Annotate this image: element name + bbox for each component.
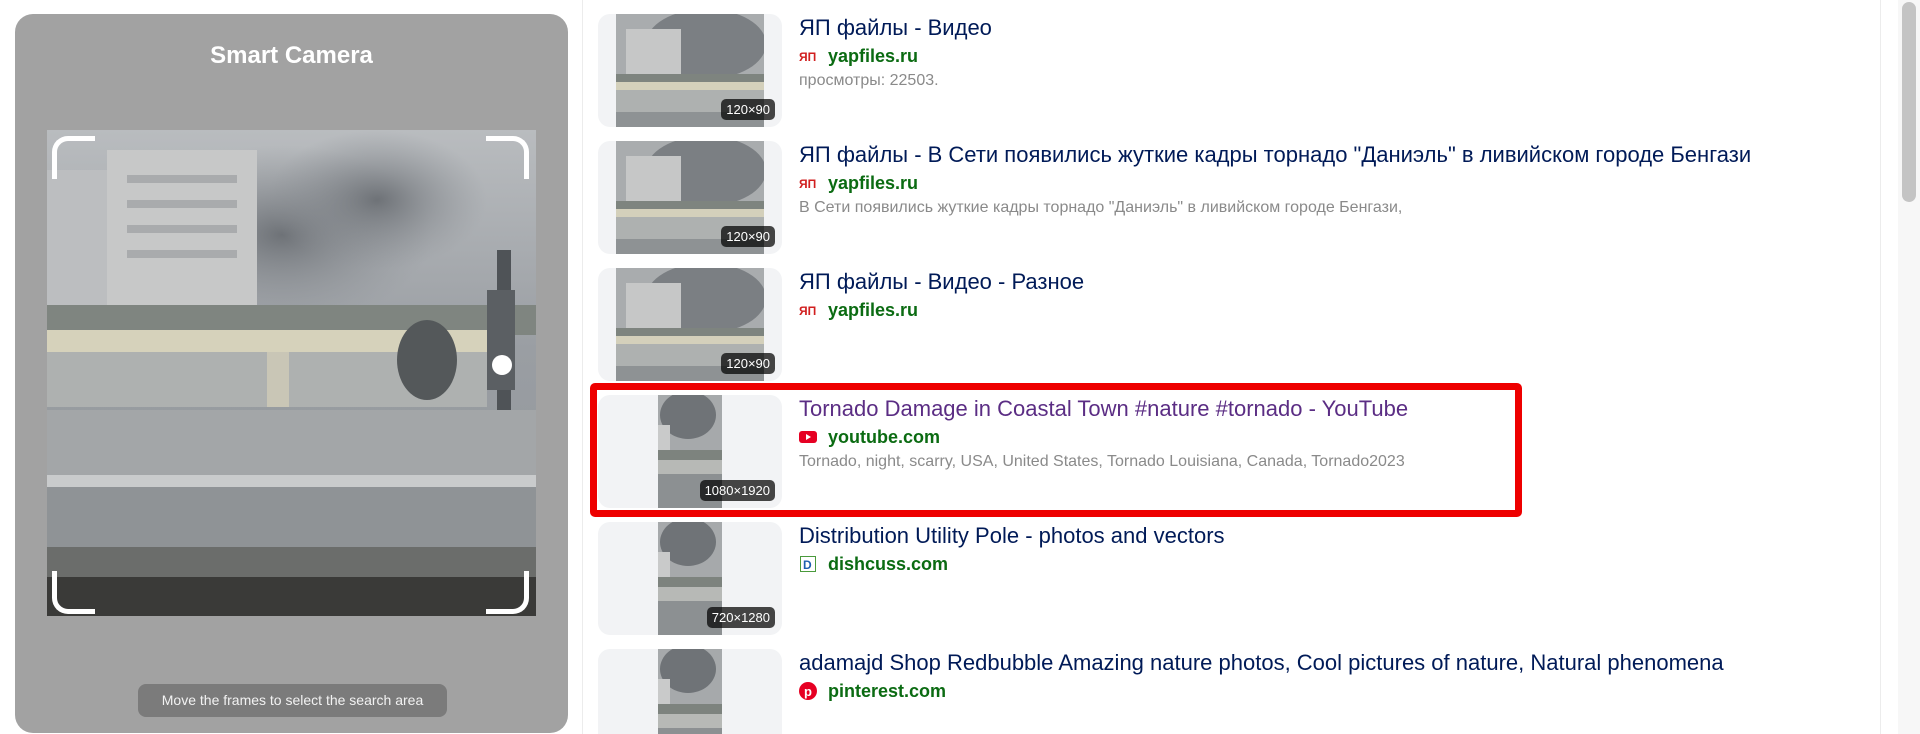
image-size-badge: 720×1280 (706, 607, 775, 628)
result-item: adamajd Shop Redbubble Amazing nature ph… (598, 649, 1724, 734)
image-size-badge: 120×90 (721, 226, 775, 247)
yapfiles-icon: ЯП (799, 301, 817, 319)
result-title-link[interactable]: ЯП файлы - Видео - Разное (799, 269, 1084, 295)
result-description: Tornado, night, scarry, USA, United Stat… (799, 453, 1405, 470)
pinterest-icon: p (799, 682, 817, 700)
camera-preview-image (47, 130, 536, 616)
camera-title: Smart Camera (210, 42, 373, 69)
youtube-icon (799, 428, 817, 446)
result-site-link[interactable]: pinterest.com (828, 681, 946, 702)
svg-text:ЯП: ЯП (799, 177, 816, 190)
image-size-badge: 120×90 (721, 99, 775, 120)
result-item: 120×90 ЯП файлы - Видео ЯП yapfiles.ru п… (598, 14, 1698, 127)
result-title-link[interactable]: Distribution Utility Pole - photos and v… (799, 523, 1225, 549)
result-thumbnail[interactable]: 1080×1920 (598, 395, 782, 508)
result-title-link[interactable]: Tornado Damage in Coastal Town #nature #… (799, 396, 1408, 422)
dishcuss-icon: D (799, 555, 817, 573)
result-thumbnail[interactable]: 120×90 (598, 141, 782, 254)
crop-frame-bottom-left-handle[interactable] (52, 571, 95, 614)
search-results-list: 120×90 ЯП файлы - Видео ЯП yapfiles.ru п… (582, 0, 1881, 734)
result-site-link[interactable]: dishcuss.com (828, 554, 948, 575)
result-title-link[interactable]: ЯП файлы - В Сети появились жуткие кадры… (799, 142, 1751, 168)
vertical-scrollbar[interactable] (1898, 0, 1920, 734)
result-description: В Сети появились жуткие кадры торнадо "Д… (799, 199, 1403, 216)
svg-text:p: p (804, 684, 812, 699)
result-site-link[interactable]: yapfiles.ru (828, 173, 918, 194)
crop-frame-top-right-handle[interactable] (486, 136, 529, 179)
scrollbar-thumb[interactable] (1902, 2, 1916, 202)
svg-text:ЯП: ЯП (799, 304, 816, 317)
result-site-link[interactable]: youtube.com (828, 427, 940, 448)
yapfiles-icon: ЯП (799, 174, 817, 192)
result-item: 1080×1920 Tornado Damage in Coastal Town… (598, 395, 1698, 508)
result-title-link[interactable]: adamajd Shop Redbubble Amazing nature ph… (799, 650, 1724, 676)
yapfiles-icon: ЯП (799, 47, 817, 65)
smart-camera-panel: Smart Camera Move the frames to select t… (15, 14, 568, 733)
crop-frame-bottom-right-handle[interactable] (486, 571, 529, 614)
result-site-link[interactable]: yapfiles.ru (828, 46, 918, 67)
crop-frame-top-left-handle[interactable] (52, 136, 95, 179)
svg-text:ЯП: ЯП (799, 50, 816, 63)
image-size-badge: 1080×1920 (699, 480, 775, 501)
svg-text:D: D (803, 558, 812, 572)
result-site-link[interactable]: yapfiles.ru (828, 300, 918, 321)
image-size-badge: 120×90 (721, 353, 775, 374)
result-thumbnail[interactable]: 120×90 (598, 14, 782, 127)
result-title-link[interactable]: ЯП файлы - Видео (799, 15, 992, 41)
result-item: 720×1280 Distribution Utility Pole - pho… (598, 522, 1698, 635)
result-description: просмотры: 22503. (799, 72, 939, 89)
result-thumbnail[interactable] (598, 649, 782, 734)
result-item: 120×90 ЯП файлы - Видео - Разное ЯП yapf… (598, 268, 1698, 381)
camera-hint: Move the frames to select the search are… (138, 684, 447, 717)
result-item: 120×90 ЯП файлы - В Сети появились жутки… (598, 141, 1751, 254)
crop-frame-resize-handle[interactable] (492, 355, 512, 375)
result-thumbnail[interactable]: 120×90 (598, 268, 782, 381)
result-thumbnail[interactable]: 720×1280 (598, 522, 782, 635)
